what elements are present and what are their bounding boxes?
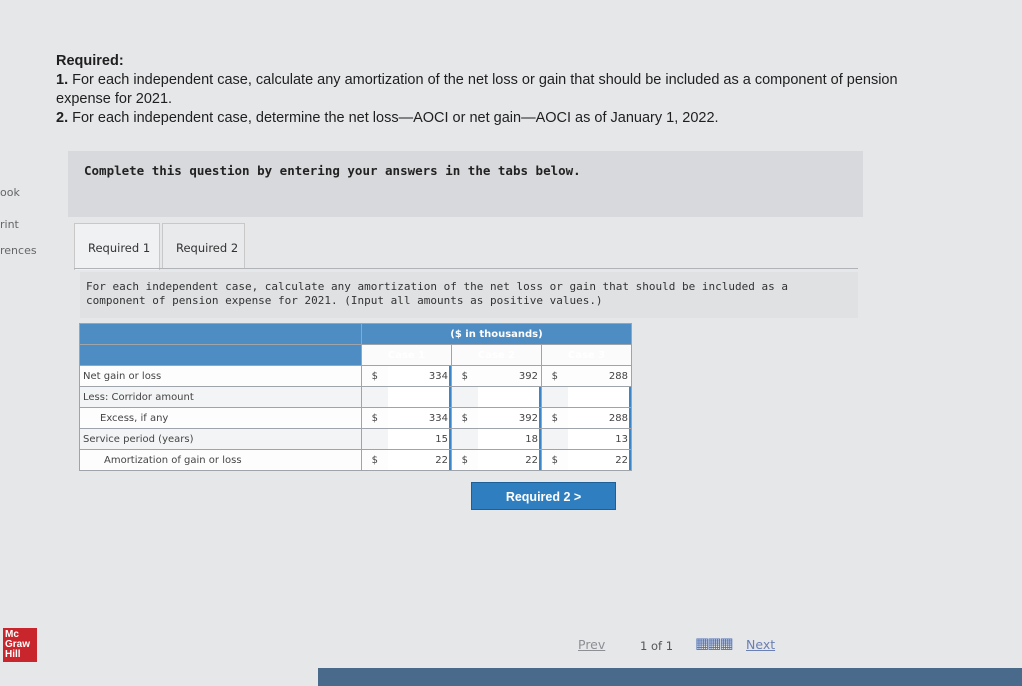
corridor-case-2-input[interactable] bbox=[477, 386, 542, 408]
instruction-banner: Complete this question by entering your … bbox=[68, 151, 863, 217]
currency-sign bbox=[541, 386, 568, 408]
net-gain-case-1-input[interactable]: 334 bbox=[387, 365, 452, 387]
tab-divider bbox=[74, 268, 858, 269]
currency-sign: $ bbox=[361, 365, 388, 387]
case-3-header: Case 3 bbox=[541, 344, 632, 366]
currency-sign: $ bbox=[541, 449, 568, 471]
service-period-case-1-input[interactable]: 15 bbox=[387, 428, 452, 450]
net-gain-case-3-value[interactable]: 288 bbox=[567, 365, 632, 387]
sidebar-link-ebook[interactable]: ook bbox=[0, 186, 20, 199]
required-instructions: Required: 1. For each independent case, … bbox=[56, 52, 936, 128]
currency-sign bbox=[361, 386, 388, 408]
currency-sign bbox=[451, 386, 478, 408]
currency-sign: $ bbox=[451, 449, 478, 471]
question-text: For each independent case, calculate any… bbox=[86, 280, 788, 307]
row-label-corridor: Less: Corridor amount bbox=[79, 386, 362, 408]
excess-case-3-input[interactable]: 288 bbox=[567, 407, 632, 429]
header-corner bbox=[79, 323, 362, 345]
amortization-case-1-input[interactable]: 22 bbox=[387, 449, 452, 471]
amortization-case-2-input[interactable]: 22 bbox=[477, 449, 542, 471]
required-item-1-text: For each independent case, calculate any… bbox=[56, 72, 898, 107]
case-1-header: Case 1 bbox=[361, 344, 452, 366]
case-2-header: Case 2 bbox=[451, 344, 542, 366]
instruction-text: Complete this question by entering your … bbox=[84, 163, 581, 178]
table-row: Excess, if any $ 334 $ 392 $ 288 bbox=[79, 407, 632, 429]
currency-sign bbox=[451, 428, 478, 450]
corridor-case-3-input[interactable] bbox=[567, 386, 632, 408]
table-row: Amortization of gain or loss $ 22 $ 22 $… bbox=[79, 449, 632, 471]
tab-required-1[interactable]: Required 1 bbox=[74, 223, 160, 270]
currency-sign: $ bbox=[361, 449, 388, 471]
units-header: ($ in thousands) bbox=[361, 323, 632, 345]
header-blank bbox=[79, 344, 362, 366]
table-row: Net gain or loss $ 334 $ 392 $ 288 bbox=[79, 365, 632, 387]
row-label-excess: Excess, if any bbox=[79, 407, 362, 429]
tab-required-2[interactable]: Required 2 bbox=[162, 223, 245, 269]
currency-sign: $ bbox=[541, 365, 568, 387]
mcgraw-hill-logo: Mc Graw Hill bbox=[3, 628, 37, 662]
required-item-2-number: 2. bbox=[56, 110, 69, 126]
currency-sign: $ bbox=[541, 407, 568, 429]
currency-sign bbox=[541, 428, 568, 450]
currency-sign: $ bbox=[451, 407, 478, 429]
required-title: Required: bbox=[56, 53, 124, 69]
currency-sign: $ bbox=[361, 407, 388, 429]
taskbar bbox=[318, 668, 1022, 686]
currency-sign bbox=[361, 428, 388, 450]
service-period-case-3-input[interactable]: 13 bbox=[567, 428, 632, 450]
service-period-case-2-input[interactable]: 18 bbox=[477, 428, 542, 450]
required-item-1: 1. For each independent case, calculate … bbox=[56, 71, 936, 109]
excess-case-2-input[interactable]: 392 bbox=[477, 407, 542, 429]
required-item-2: 2. For each independent case, determine … bbox=[56, 109, 936, 128]
row-label-amortization: Amortization of gain or loss bbox=[79, 449, 362, 471]
row-label-net-gain: Net gain or loss bbox=[79, 365, 362, 387]
corridor-case-1-input[interactable] bbox=[387, 386, 452, 408]
required-item-2-text: For each independent case, determine the… bbox=[72, 110, 719, 126]
amortization-case-3-input[interactable]: 22 bbox=[567, 449, 632, 471]
next-page-link[interactable]: Next bbox=[746, 637, 775, 652]
page-indicator: 1 of 1 bbox=[640, 639, 674, 653]
table-row: Less: Corridor amount bbox=[79, 386, 632, 408]
sidebar-link-references[interactable]: rences bbox=[0, 244, 37, 257]
question-prompt: For each independent case, calculate any… bbox=[80, 272, 858, 318]
grid-icon[interactable]: ▦▦▦ bbox=[695, 634, 734, 652]
prev-page-link[interactable]: Prev bbox=[578, 637, 605, 652]
row-label-service-period: Service period (years) bbox=[79, 428, 362, 450]
next-required-button[interactable]: Required 2 > bbox=[471, 482, 616, 510]
amortization-table: ($ in thousands) Case 1 Case 2 Case 3 Ne… bbox=[79, 323, 632, 471]
net-gain-case-2-value[interactable]: 392 bbox=[477, 365, 542, 387]
required-item-1-number: 1. bbox=[56, 72, 69, 88]
excess-case-1-input[interactable]: 334 bbox=[387, 407, 452, 429]
sidebar-link-print[interactable]: rint bbox=[0, 218, 19, 231]
currency-sign: $ bbox=[451, 365, 478, 387]
table-row: Service period (years) 15 18 13 bbox=[79, 428, 632, 450]
